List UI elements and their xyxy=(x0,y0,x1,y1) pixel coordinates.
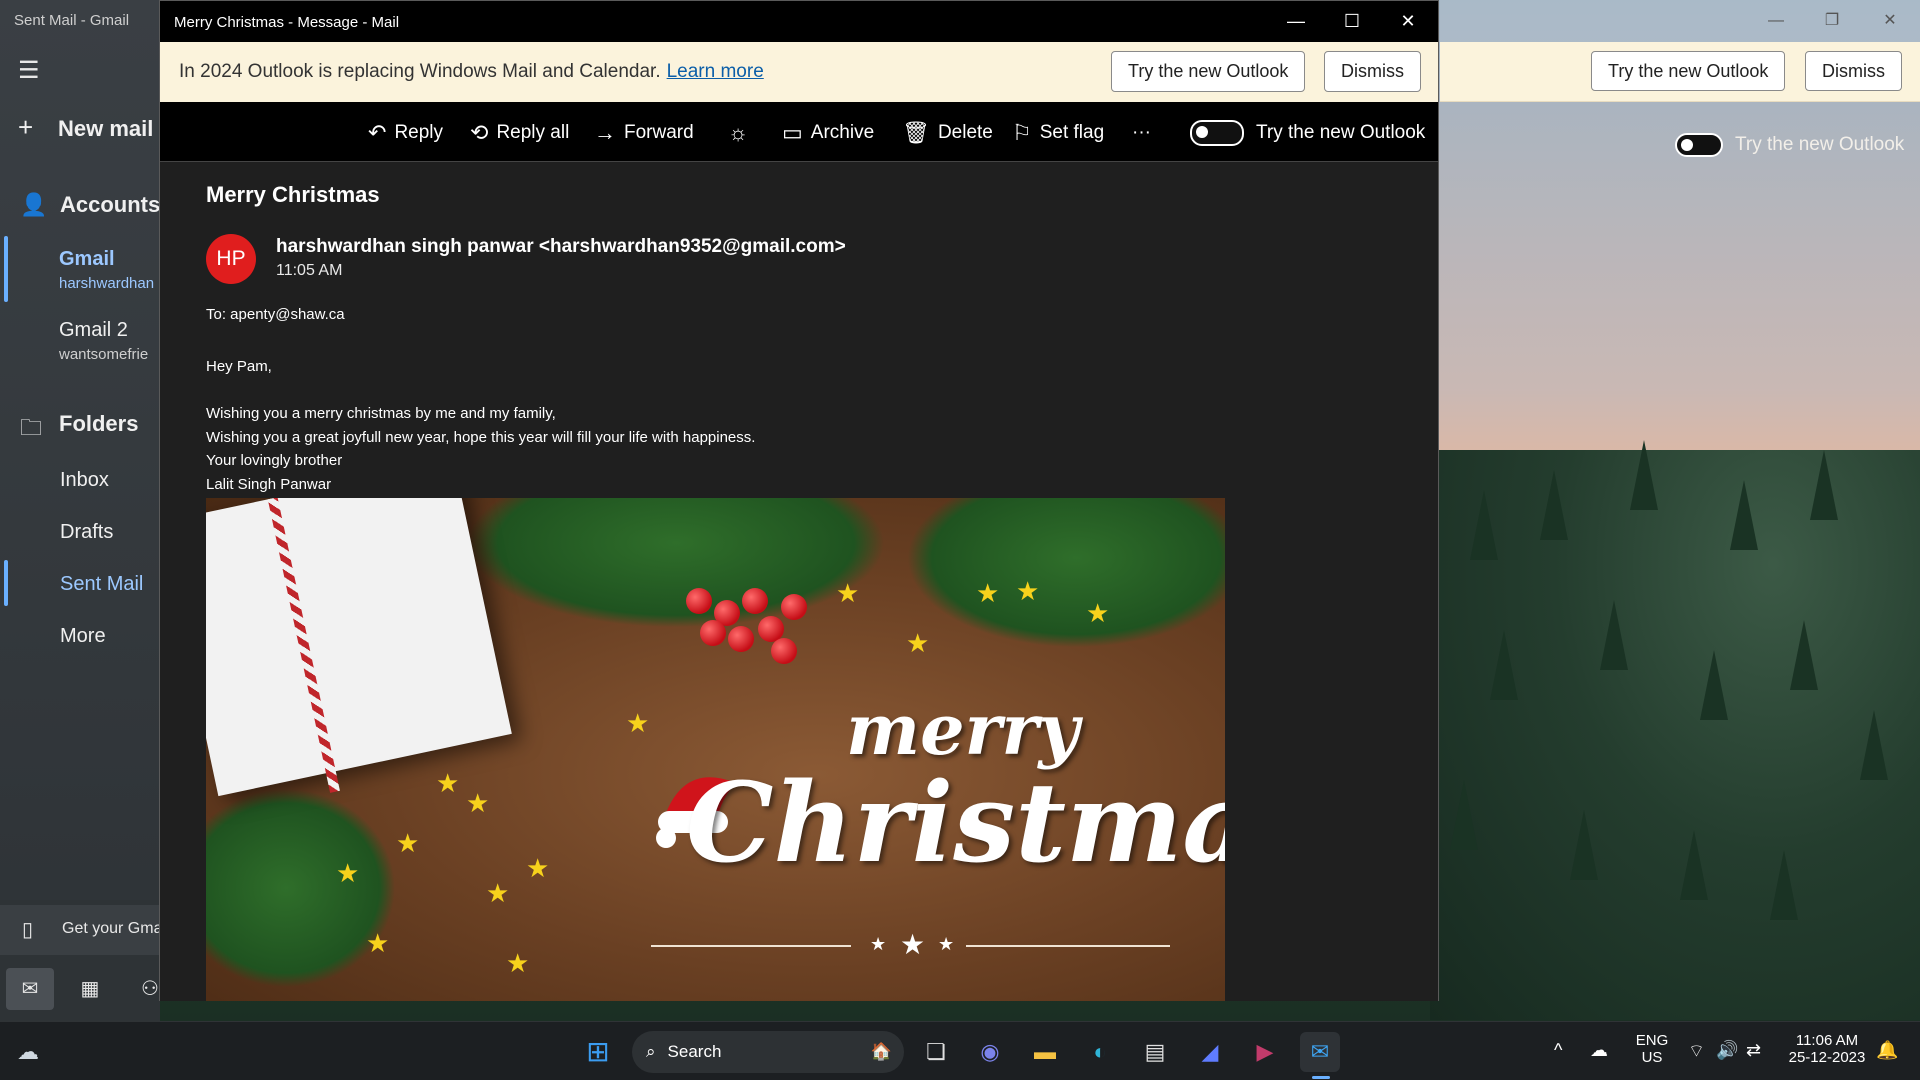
dismiss-button[interactable]: Dismiss xyxy=(1805,51,1902,91)
clock[interactable]: 11:06 AM 25-12-2023 xyxy=(1782,1032,1872,1066)
edge-browser-icon[interactable]: ◐ xyxy=(1080,1032,1120,1072)
dismiss-button[interactable]: Dismiss xyxy=(1324,51,1421,92)
minimize-icon[interactable]: — xyxy=(1756,8,1796,34)
phone-icon: ▯ xyxy=(22,919,34,941)
selected-indicator xyxy=(4,560,8,606)
selected-indicator xyxy=(4,236,8,302)
hamburger-menu-icon[interactable]: ☰ xyxy=(18,56,40,85)
holiday-house-icon: 🏠 xyxy=(870,1042,892,1061)
image-text-christmas: Christmas xyxy=(686,758,1225,887)
forward-arrow-icon: → xyxy=(594,120,616,145)
delete-button[interactable]: 🗑 Delete xyxy=(902,118,993,148)
close-icon[interactable]: ✕ xyxy=(1870,8,1910,34)
background-new-outlook-toggle[interactable]: Try the new Outlook xyxy=(1675,133,1904,157)
sync-icon[interactable]: ⇄ xyxy=(1746,1040,1761,1061)
gift-box xyxy=(206,498,512,797)
toggle-switch[interactable] xyxy=(1190,120,1244,146)
toggle-switch[interactable] xyxy=(1675,133,1723,157)
file-explorer-icon[interactable]: ▬ xyxy=(1025,1032,1065,1072)
archive-button[interactable]: ▭ Archive xyxy=(782,118,874,148)
mail-icon[interactable]: ✉ xyxy=(6,968,54,1010)
wallpaper-forest xyxy=(1430,440,1920,1020)
greeting: Hey Pam, xyxy=(206,358,272,375)
sender-name[interactable]: harshwardhan singh panwar <harshwardhan9… xyxy=(276,236,846,258)
body-line: Wishing you a great joyfull new year, ho… xyxy=(206,429,756,446)
close-icon[interactable]: ✕ xyxy=(1380,1,1436,42)
window-title: Merry Christmas - Message - Mail xyxy=(174,14,400,31)
sent-time: 11:05 AM xyxy=(276,262,343,279)
media-player-icon[interactable]: ▶ xyxy=(1245,1032,1285,1072)
reply-icon: ↶ xyxy=(368,120,387,145)
person-icon: 👤 xyxy=(20,192,48,217)
message-titlebar: Merry Christmas - Message - Mail — ☐ ✕ xyxy=(160,1,1438,42)
mail-app-icon[interactable]: ✉ xyxy=(1300,1032,1340,1072)
sun-icon: ☼ xyxy=(728,120,749,145)
avatar[interactable]: HP xyxy=(206,234,256,284)
christmas-card-image: ★ ★ ★ ★ ★ ★ ★ ★ ★ ★ ★ ★ ★ ★ merry Christ… xyxy=(206,498,1225,1001)
language-indicator[interactable]: ENG US xyxy=(1632,1032,1672,1066)
sidebar: Sent Mail - Gmail ☰ + New mail 👤 Account… xyxy=(0,0,160,1021)
volume-icon[interactable]: 🔊 xyxy=(1716,1040,1738,1061)
app-icon[interactable]: ◢ xyxy=(1190,1032,1230,1072)
forward-button[interactable]: → Forward xyxy=(594,118,694,148)
store-icon[interactable]: ▤ xyxy=(1135,1032,1175,1072)
message-toolbar: ↶ Reply ⟲ Reply all → Forward ☼ ▭ Archiv… xyxy=(160,102,1438,162)
maximize-icon[interactable]: ☐ xyxy=(1324,1,1380,42)
banner-message: In 2024 Outlook is replacing Windows Mai… xyxy=(179,61,764,82)
body-line: Wishing you a merry christmas by me and … xyxy=(206,405,556,422)
background-outlook-banner: Try the new Outlook Dismiss xyxy=(1440,42,1920,102)
active-app-indicator xyxy=(1312,1076,1330,1079)
wifi-icon[interactable]: ⌔ xyxy=(1688,1040,1705,1063)
reply-all-button[interactable]: ⟲ Reply all xyxy=(470,118,569,148)
task-view-icon[interactable]: ❏ xyxy=(916,1032,956,1072)
windows-start-icon[interactable]: ⊞ xyxy=(578,1032,618,1072)
archive-icon: ▭ xyxy=(782,120,803,145)
message-window: Merry Christmas - Message - Mail — ☐ ✕ I… xyxy=(159,0,1439,1001)
taskbar: ☁ ⊞ ⌕ Search 🏠 ❏ ◉ ▬ ◐ ▤ ◢ ▶ ✉ ^ ☁ ENG U… xyxy=(0,1021,1920,1080)
body-line: Your lovingly brother xyxy=(206,452,343,469)
reply-button[interactable]: ↶ Reply xyxy=(368,118,443,148)
calendar-icon[interactable]: ▦ xyxy=(66,968,114,1010)
weather-icon[interactable]: ☁ xyxy=(8,1032,48,1072)
more-options-button[interactable]: ··· xyxy=(1132,118,1151,148)
get-gmail-app-button[interactable]: ▯ Get your Gma xyxy=(0,905,160,955)
plus-icon: + xyxy=(18,112,34,142)
taskbar-search[interactable]: ⌕ Search 🏠 xyxy=(632,1031,904,1073)
new-outlook-toggle[interactable]: Try the new Outlook xyxy=(1190,120,1425,146)
restore-icon[interactable]: ❐ xyxy=(1812,8,1852,34)
learn-more-link[interactable]: Learn more xyxy=(667,61,764,82)
chat-icon[interactable]: ◉ xyxy=(970,1032,1010,1072)
minimize-icon[interactable]: — xyxy=(1268,1,1324,42)
trash-icon: 🗑 xyxy=(902,120,930,145)
email-subject: Merry Christmas xyxy=(206,182,380,207)
try-new-outlook-button[interactable]: Try the new Outlook xyxy=(1111,51,1306,92)
search-icon: ⌕ xyxy=(646,1042,656,1061)
outlook-banner: In 2024 Outlook is replacing Windows Mai… xyxy=(160,42,1438,102)
notification-bell-icon[interactable]: 🔔 xyxy=(1876,1040,1898,1061)
background-titlebar: — ❐ ✕ xyxy=(1440,0,1920,42)
flag-icon: ⚐ xyxy=(1012,120,1032,145)
onedrive-icon[interactable]: ☁ xyxy=(1590,1040,1608,1061)
chevron-up-icon[interactable]: ^ xyxy=(1554,1040,1562,1061)
recipient-line: To: apenty@shaw.ca xyxy=(206,306,345,323)
message-body: Merry Christmas HP harshwardhan singh pa… xyxy=(160,162,1438,1001)
reply-all-icon: ⟲ xyxy=(470,120,489,145)
theme-toggle-button[interactable]: ☼ xyxy=(728,118,748,148)
window-title: Sent Mail - Gmail xyxy=(14,12,130,29)
folder-icon: 🗀 xyxy=(20,415,43,440)
try-new-outlook-button[interactable]: Try the new Outlook xyxy=(1591,51,1786,91)
body-line: Lalit Singh Panwar xyxy=(206,476,332,493)
set-flag-button[interactable]: ⚐ Set flag xyxy=(1012,118,1104,148)
